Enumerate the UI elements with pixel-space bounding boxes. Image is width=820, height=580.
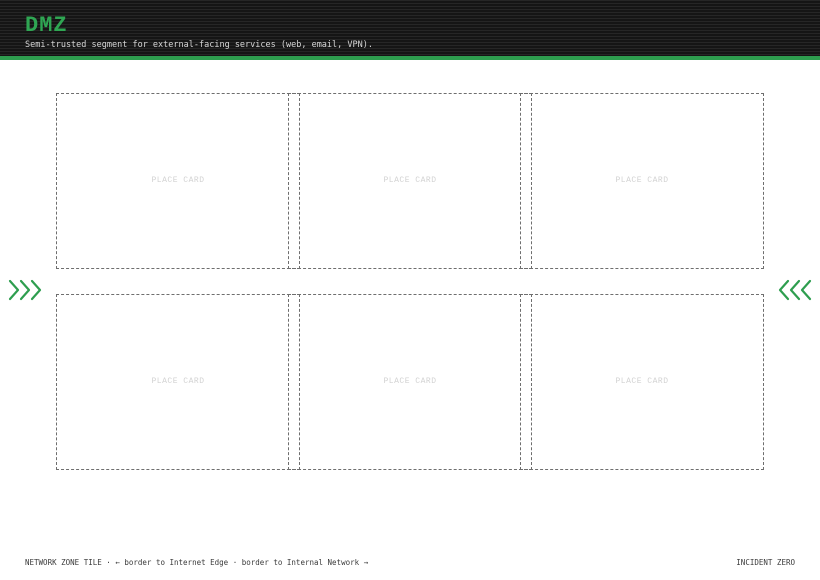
card-slot-label: PLACE CARD	[383, 176, 437, 185]
tile-footer-description: NETWORK ZONE TILE · ← border to Internet…	[25, 558, 369, 567]
card-slot-label: PLACE CARD	[615, 176, 669, 185]
triple-chevron-right-icon	[8, 279, 42, 301]
card-slot-1[interactable]: PLACE CARD	[56, 93, 300, 269]
card-slot-4[interactable]: PLACE CARD	[56, 294, 300, 470]
triple-chevron-left-icon	[778, 279, 812, 301]
zone-title: DMZ	[25, 13, 68, 38]
card-slot-label: PLACE CARD	[615, 377, 669, 386]
zone-header: DMZ Semi-trusted segment for external-fa…	[0, 0, 820, 60]
card-slot-6[interactable]: PLACE CARD	[520, 294, 764, 470]
card-slot-label: PLACE CARD	[151, 377, 205, 386]
card-slot-2[interactable]: PLACE CARD	[288, 93, 532, 269]
zone-subtitle: Semi-trusted segment for external-facing…	[25, 40, 373, 50]
game-brand: INCIDENT ZERO	[736, 558, 795, 567]
card-slot-3[interactable]: PLACE CARD	[520, 93, 764, 269]
card-slot-label: PLACE CARD	[151, 176, 205, 185]
card-slot-label: PLACE CARD	[383, 377, 437, 386]
card-slot-5[interactable]: PLACE CARD	[288, 294, 532, 470]
